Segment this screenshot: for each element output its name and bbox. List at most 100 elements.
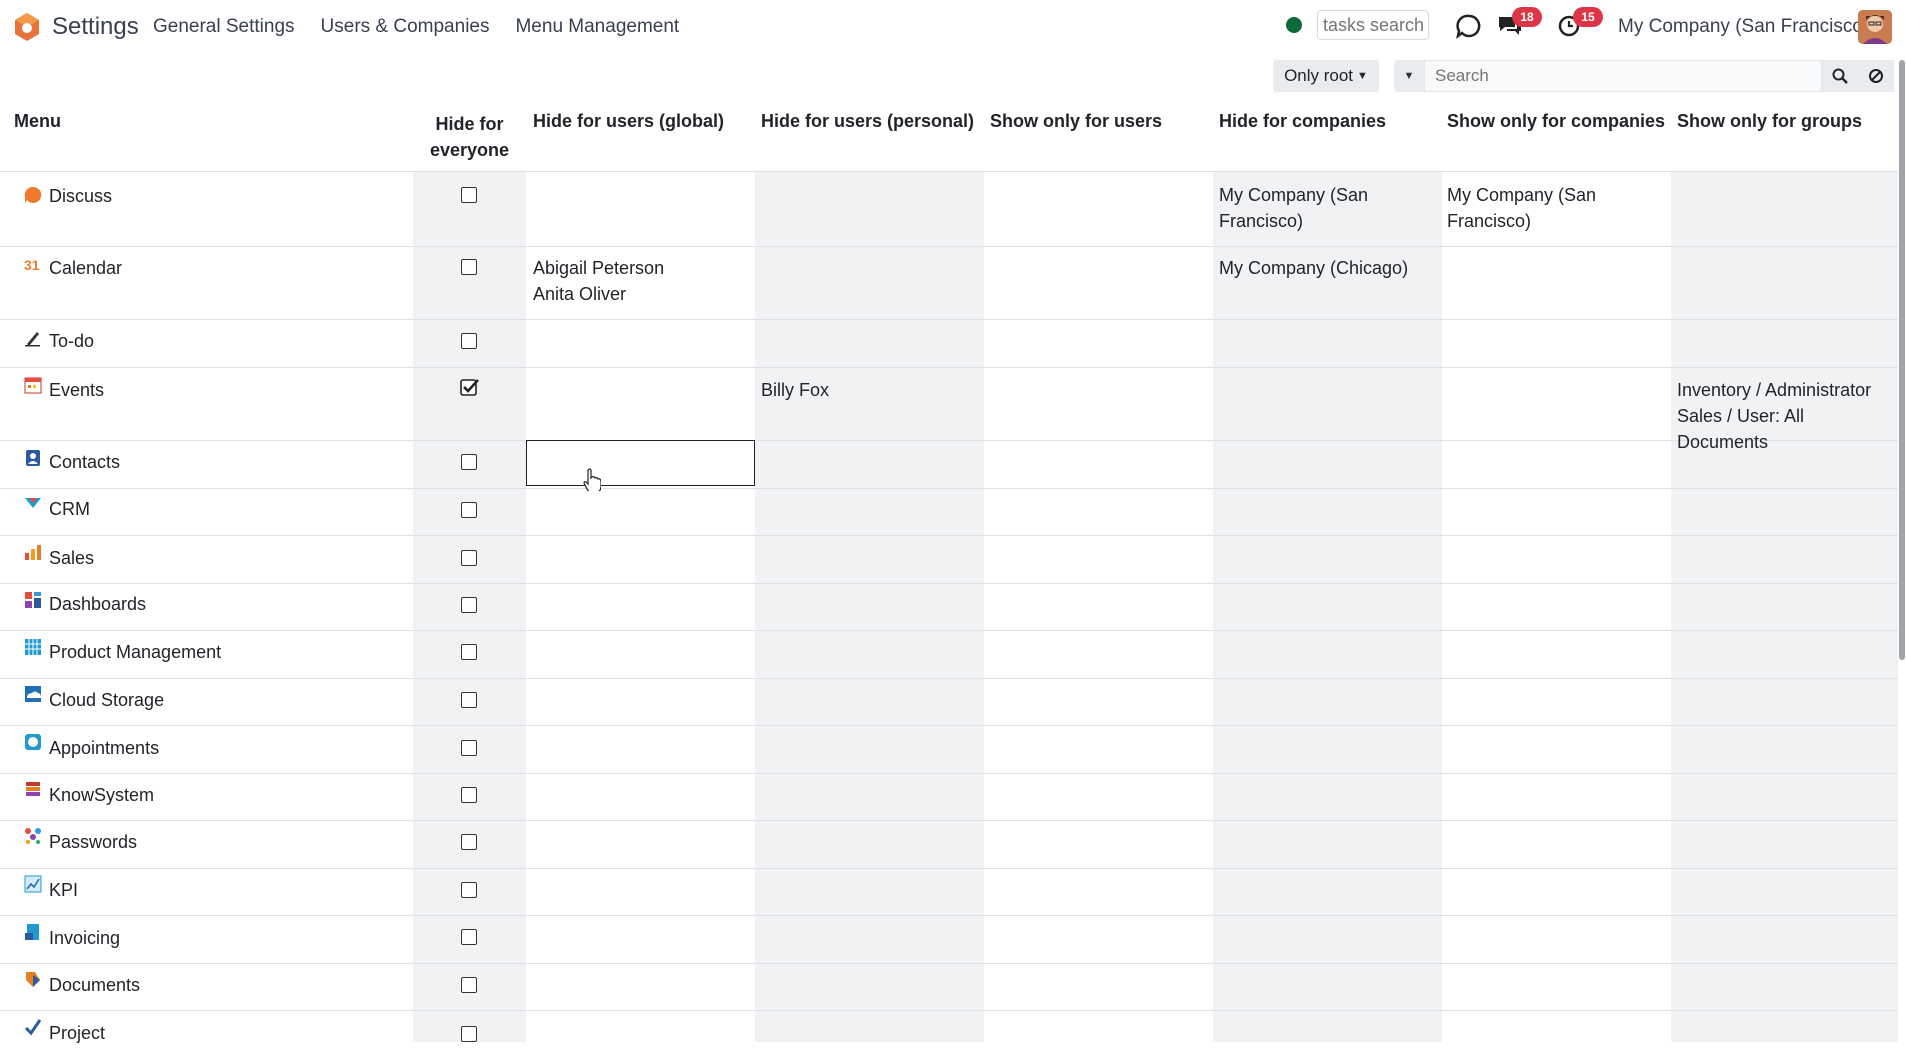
hide-everyone-checkbox[interactable] bbox=[461, 977, 477, 993]
hide-everyone-checkbox[interactable] bbox=[461, 787, 477, 803]
table-row[interactable]: Invoicing bbox=[0, 915, 1898, 964]
table-row[interactable]: KPI bbox=[0, 868, 1898, 916]
hide-companies-cell[interactable]: My Company (San Francisco) bbox=[1219, 182, 1368, 234]
messages-button[interactable]: 18 bbox=[1497, 7, 1542, 39]
activities-button[interactable]: 15 bbox=[1558, 7, 1603, 39]
status-dot-icon bbox=[1286, 17, 1302, 33]
menu-menu-management[interactable]: Menu Management bbox=[515, 16, 679, 38]
table-row[interactable]: Documents bbox=[0, 963, 1898, 1011]
hide-everyone-checkbox[interactable] bbox=[461, 644, 477, 660]
menu-name: KPI bbox=[49, 880, 79, 900]
product-management-icon bbox=[25, 639, 41, 655]
tasks-search-input[interactable] bbox=[1317, 10, 1429, 40]
header-hide-users-personal[interactable]: Hide for users (personal) bbox=[761, 111, 974, 132]
menu-name: Invoicing bbox=[49, 928, 121, 948]
filter-toggle-button[interactable]: ▼ bbox=[1394, 60, 1424, 92]
activities-badge: 15 bbox=[1573, 7, 1603, 27]
menu-name: KnowSystem bbox=[49, 785, 155, 805]
search-button[interactable] bbox=[1822, 60, 1858, 92]
table-row[interactable]: Passwords bbox=[0, 820, 1898, 869]
table-row[interactable]: To-do bbox=[0, 319, 1898, 368]
todo-icon bbox=[25, 332, 40, 347]
only-root-dropdown[interactable]: Only root ▼ bbox=[1273, 60, 1379, 92]
calendar-icon: 31 bbox=[24, 257, 40, 273]
hide-everyone-checkbox[interactable] bbox=[461, 692, 477, 708]
table-row[interactable]: KnowSystem bbox=[0, 773, 1898, 821]
hand-cursor-icon bbox=[583, 468, 601, 491]
menu-users-companies[interactable]: Users & Companies bbox=[321, 16, 490, 38]
hide-everyone-checkbox[interactable] bbox=[461, 187, 477, 203]
hide-personal-cell[interactable]: Billy Fox bbox=[761, 377, 829, 403]
show-companies-cell[interactable]: My Company (San Francisco) bbox=[1447, 182, 1596, 234]
knowsystem-icon bbox=[26, 782, 40, 796]
company-switcher[interactable]: My Company (San Francisco) bbox=[1618, 16, 1869, 38]
show-companies-line2: Francisco) bbox=[1447, 211, 1532, 231]
avatar-image-icon bbox=[1858, 10, 1892, 44]
hide-companies-cell[interactable]: My Company (Chicago) bbox=[1219, 255, 1408, 281]
vertical-scrollbar[interactable] bbox=[1898, 60, 1906, 1034]
hide-everyone-checkbox[interactable] bbox=[461, 550, 477, 566]
menu-name: Documents bbox=[49, 975, 141, 995]
header-menu[interactable]: Menu bbox=[14, 111, 61, 132]
hide-everyone-checkbox[interactable] bbox=[461, 259, 477, 275]
hide-everyone-checkbox[interactable] bbox=[461, 740, 477, 756]
show-group: Inventory / Administrator bbox=[1677, 380, 1872, 400]
menu-name: Product Management bbox=[49, 642, 222, 662]
caret-down-icon: ▼ bbox=[1403, 70, 1415, 82]
table-row[interactable]: Cloud Storage bbox=[0, 678, 1898, 726]
table-row[interactable]: Discuss My Company (San Francisco) My Co… bbox=[0, 172, 1898, 247]
hide-everyone-checkbox[interactable] bbox=[461, 502, 477, 518]
menu-name: Appointments bbox=[49, 738, 160, 758]
user-avatar[interactable] bbox=[1858, 10, 1892, 44]
header-hide-everyone-line1: Hide for bbox=[435, 114, 504, 134]
hide-everyone-checkbox[interactable] bbox=[461, 929, 477, 945]
hide-global-edit-cell[interactable] bbox=[526, 440, 755, 486]
menu-general-settings[interactable]: General Settings bbox=[153, 16, 295, 38]
app-title[interactable]: Settings bbox=[52, 13, 139, 41]
table-row[interactable]: Appointments bbox=[0, 725, 1898, 774]
table-row[interactable]: 31 Calendar Abigail Peterson Anita Olive… bbox=[0, 246, 1898, 320]
header-hide-companies[interactable]: Hide for companies bbox=[1219, 111, 1386, 132]
odoo-logo-icon[interactable] bbox=[14, 12, 40, 42]
hide-everyone-checkbox[interactable] bbox=[461, 597, 477, 613]
hide-everyone-checkbox[interactable] bbox=[461, 1026, 477, 1042]
table-row[interactable]: Sales bbox=[0, 535, 1898, 584]
documents-icon bbox=[26, 972, 40, 987]
hide-everyone-checkbox[interactable] bbox=[461, 454, 477, 470]
clear-filter-button[interactable] bbox=[1858, 60, 1894, 92]
hide-global-cell[interactable]: Abigail Peterson Anita Oliver bbox=[533, 255, 664, 307]
hide-companies-line2: Francisco) bbox=[1219, 211, 1304, 231]
svg-text:31: 31 bbox=[24, 257, 40, 273]
menu-name: CRM bbox=[49, 499, 90, 519]
header-show-only-companies[interactable]: Show only for companies bbox=[1447, 111, 1665, 132]
chat-bubble-icon[interactable] bbox=[1455, 13, 1483, 39]
menu-name: To-do bbox=[49, 331, 95, 351]
header-show-only-users[interactable]: Show only for users bbox=[990, 111, 1162, 132]
menu-name: Passwords bbox=[49, 832, 138, 852]
table-row[interactable]: Product Management bbox=[0, 630, 1898, 679]
cloud-storage-icon bbox=[25, 686, 41, 702]
hide-everyone-checkbox-checked[interactable] bbox=[460, 379, 479, 396]
only-root-label: Only root bbox=[1284, 66, 1354, 85]
hide-everyone-checkbox[interactable] bbox=[461, 882, 477, 898]
menu-name: Dashboards bbox=[49, 594, 147, 614]
scrollbar-thumb[interactable] bbox=[1899, 60, 1905, 660]
hide-everyone-checkbox[interactable] bbox=[461, 834, 477, 850]
header-hide-everyone[interactable]: Hide for everyone bbox=[413, 111, 526, 163]
header-show-only-groups[interactable]: Show only for groups bbox=[1677, 111, 1862, 132]
table-row[interactable]: CRM bbox=[0, 488, 1898, 536]
table-row[interactable]: Contacts bbox=[0, 440, 1898, 489]
table-row[interactable]: Dashboards bbox=[0, 583, 1898, 631]
events-icon bbox=[24, 377, 42, 394]
table-row[interactable]: Project bbox=[0, 1010, 1898, 1050]
header-hide-users-global[interactable]: Hide for users (global) bbox=[533, 111, 724, 132]
hide-everyone-checkbox[interactable] bbox=[461, 333, 477, 349]
discuss-icon bbox=[24, 186, 42, 203]
search-input[interactable] bbox=[1424, 60, 1822, 92]
hide-global-user: Abigail Peterson bbox=[533, 258, 665, 278]
invoicing-icon bbox=[25, 924, 39, 940]
menu-name: Sales bbox=[49, 548, 95, 568]
table-row[interactable]: Events Billy Fox Inventory / Administrat… bbox=[0, 367, 1898, 452]
hide-global-user: Anita Oliver bbox=[533, 284, 627, 304]
project-icon bbox=[24, 1019, 42, 1036]
